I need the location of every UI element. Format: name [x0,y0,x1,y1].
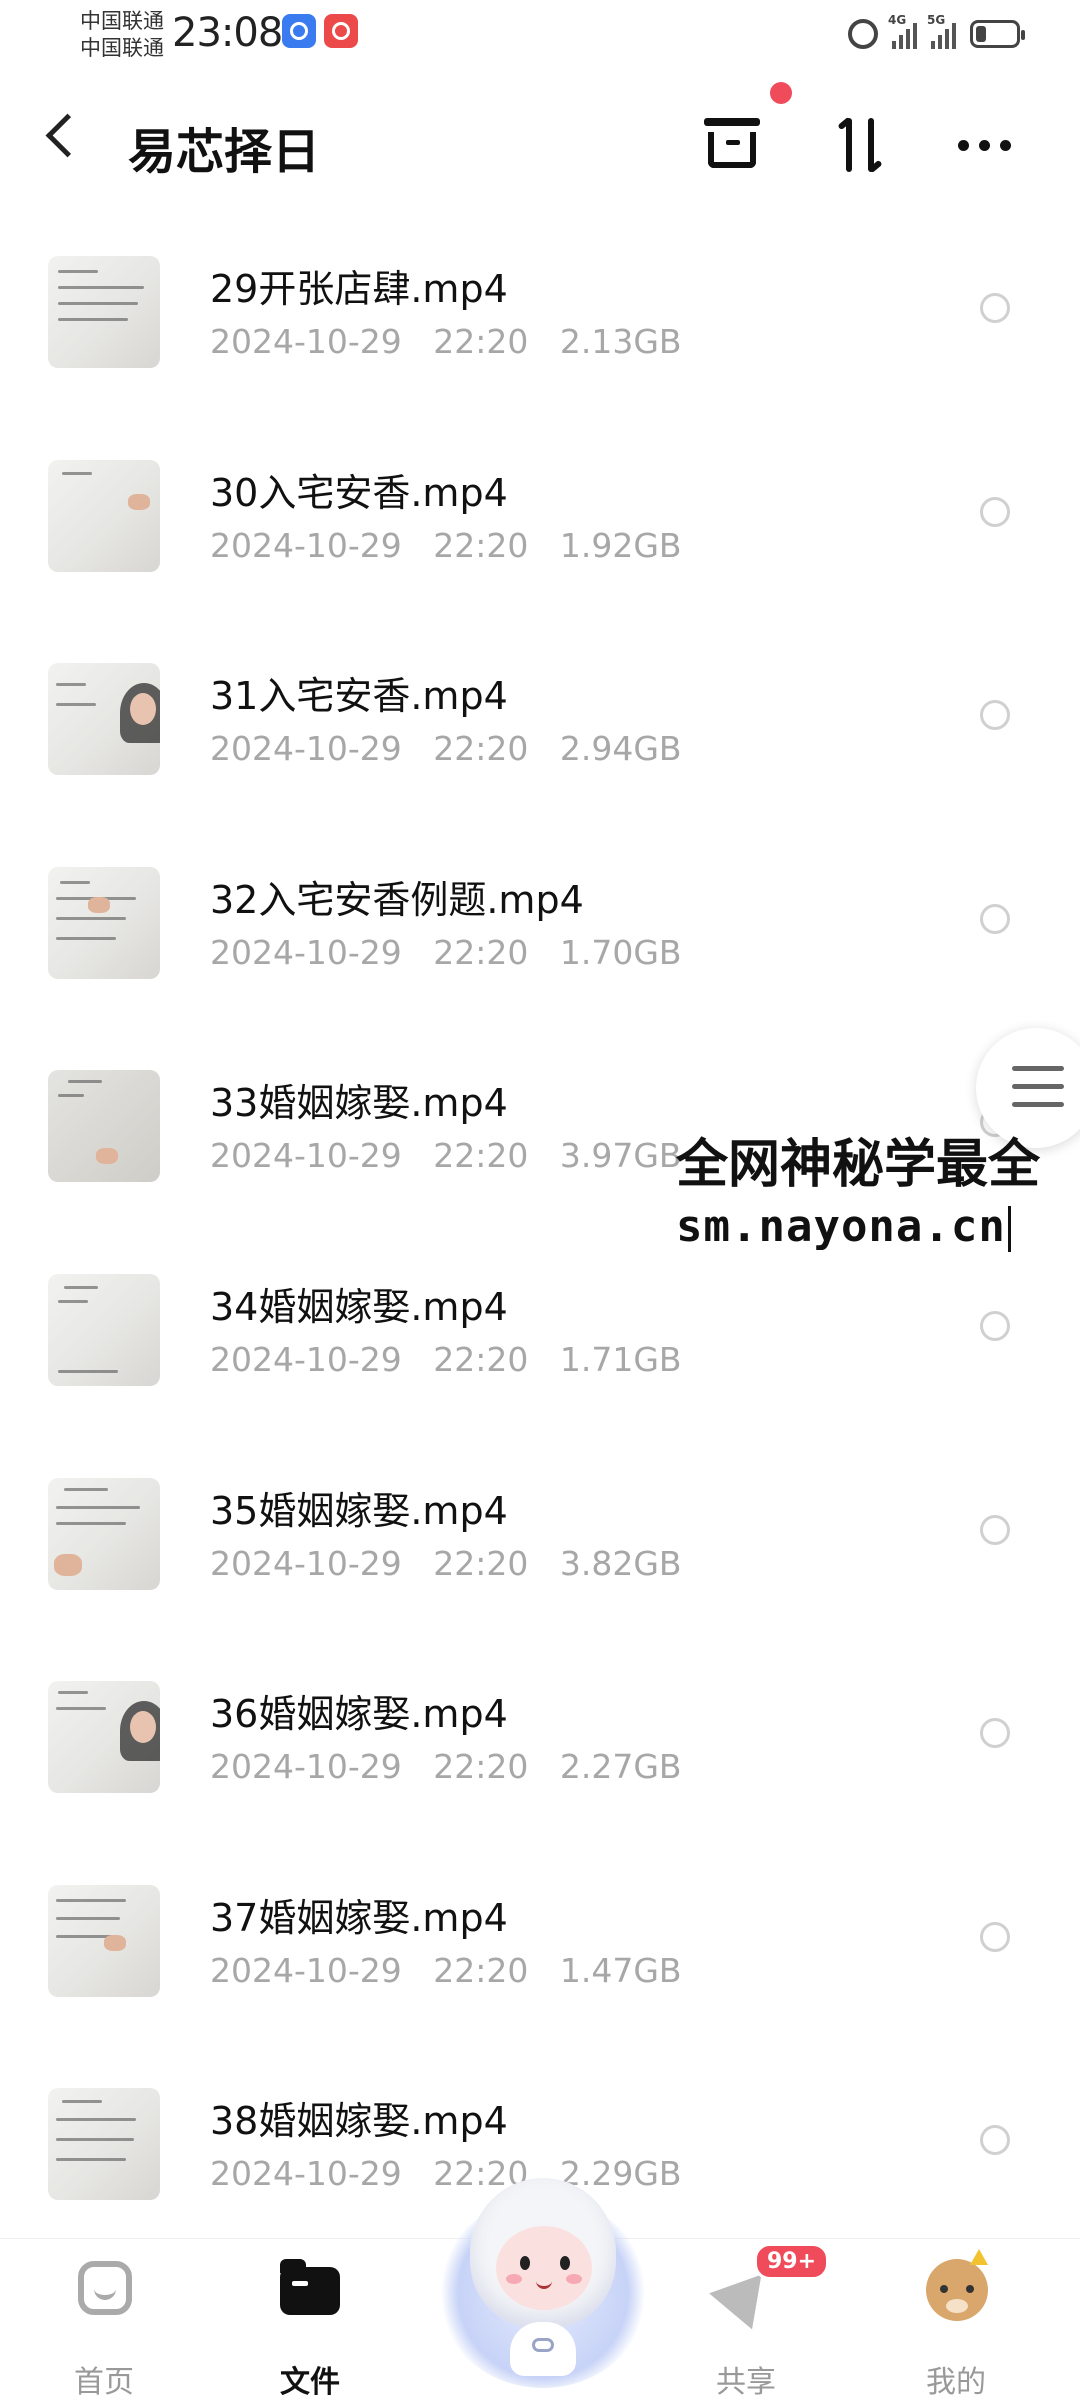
select-radio[interactable] [980,700,1010,731]
file-name: 34婚姻嫁娶.mp4 [210,1284,508,1329]
file-name: 33婚姻嫁娶.mp4 [210,1081,508,1126]
tab-label: 我的 [926,2365,986,2400]
select-radio[interactable] [980,293,1010,323]
file-name: 35婚姻嫁娶.mp4 [210,1488,508,1533]
file-name: 29开张店肆.mp4 [210,267,508,311]
video-thumbnail [48,1477,160,1590]
file-meta: 2024-10-29 22:20 1.92GB [210,525,682,565]
video-thumbnail [48,2088,160,2201]
network-4g-label: 4G [888,13,907,27]
more-icon[interactable] [958,140,1011,151]
file-meta: 2024-10-29 22:20 1.70GB [210,932,682,972]
file-name: 36婚姻嫁娶.mp4 [210,1692,508,1737]
video-thumbnail [48,1273,160,1386]
file-meta: 2024-10-29 22:20 3.97GB [210,1136,682,1176]
assistant-mascot-button[interactable] [438,2178,648,2388]
notification-app-icon [282,14,316,48]
tab-label: 共享 [716,2365,776,2400]
cloud-logo-icon [532,2338,554,2352]
battery-icon [970,20,1025,48]
back-chevron-icon[interactable] [45,113,90,158]
file-row[interactable]: 34婚姻嫁娶.mp4 2024-10-29 22:20 1.71GB [0,1266,1080,1470]
select-radio[interactable] [980,1310,1010,1341]
select-radio[interactable] [980,903,1010,934]
signal-5g-icon: 5G [927,13,956,49]
file-row[interactable]: 32入宅安香例题.mp4 2024-10-29 22:20 1.70GB [0,859,1080,1063]
file-row[interactable]: 36婚姻嫁娶.mp4 2024-10-29 22:20 2.27GB [0,1673,1080,1877]
file-meta: 2024-10-29 22:20 2.94GB [210,729,682,769]
signal-4g-icon: 4G [888,13,917,49]
select-radio[interactable] [980,1514,1010,1545]
folder-icon [280,2259,340,2315]
tab-share[interactable]: 99+ 共享 [666,2239,830,2401]
box-icon[interactable] [704,118,760,170]
carrier-labels: 中国联通 中国联通 [80,8,164,62]
file-row[interactable]: 29开张店肆.mp4 2024-10-29 22:20 2.13GB [0,248,1080,452]
sort-icon[interactable] [836,114,886,174]
app-header: 易芯择日 [0,82,1080,200]
file-name: 37婚姻嫁娶.mp4 [210,1895,508,1940]
watermark-line-2: sm.nayona.cn [676,1196,1040,1258]
file-name: 31入宅安香.mp4 [210,674,508,719]
file-row[interactable]: 35婚姻嫁娶.mp4 2024-10-29 22:20 3.82GB [0,1470,1080,1674]
video-thumbnail [48,459,160,572]
tab-label: 首页 [74,2365,134,2400]
tab-files[interactable]: 文件 [230,2239,390,2401]
file-row[interactable]: 30入宅安香.mp4 2024-10-29 22:20 1.92GB [0,452,1080,656]
tab-label: 文件 [280,2365,340,2400]
share-badge: 99+ [754,2243,830,2280]
carrier-1: 中国联通 [80,9,164,33]
file-name: 32入宅安香例题.mp4 [210,877,584,922]
video-thumbnail [48,866,160,979]
select-radio[interactable] [980,496,1010,527]
file-list: 29开张店肆.mp4 2024-10-29 22:20 2.13GB 30入宅安… [0,248,1080,2284]
tab-home[interactable]: 首页 [24,2239,184,2401]
select-radio[interactable] [980,2125,1010,2156]
file-meta: 2024-10-29 22:20 3.82GB [210,1543,682,1583]
video-thumbnail [48,256,160,368]
select-radio[interactable] [980,1718,1010,1749]
file-name: 38婚姻嫁娶.mp4 [210,2099,508,2144]
video-thumbnail [48,663,160,776]
file-row[interactable]: 37婚姻嫁娶.mp4 2024-10-29 22:20 1.47GB [0,1877,1080,2081]
carrier-2: 中国联通 [80,36,164,60]
file-meta: 2024-10-29 22:20 1.47GB [210,1950,682,1990]
file-name: 30入宅安香.mp4 [210,470,508,515]
status-time: 23:08 [172,10,283,56]
video-thumbnail [48,1884,160,1997]
file-row[interactable]: 31入宅安香.mp4 2024-10-29 22:20 2.94GB [0,655,1080,859]
file-meta: 2024-10-29 22:20 2.27GB [210,1747,682,1787]
home-icon [78,2261,132,2315]
alarm-icon [848,19,878,49]
notification-dot [770,82,792,104]
notification-app-icon-2 [324,14,358,48]
video-thumbnail [48,1681,160,1794]
tab-me[interactable]: 我的 [876,2239,1036,2401]
profile-icon [926,2259,988,2321]
network-5g-label: 5G [927,13,946,27]
system-indicators: 4G 5G [848,13,1025,54]
watermark-text: 全网神秘学最全 sm.nayona.cn [676,1134,1040,1258]
page-title: 易芯择日 [128,124,321,180]
file-meta: 2024-10-29 22:20 1.71GB [210,1339,682,1379]
status-bar: 中国联通 中国联通 23:08 4G 5G [0,0,1080,80]
file-meta: 2024-10-29 22:20 2.13GB [210,322,682,361]
video-thumbnail [48,1070,160,1183]
select-radio[interactable] [980,1921,1010,1952]
watermark-line-1: 全网神秘学最全 [676,1135,1041,1195]
crown-icon [970,2249,988,2265]
